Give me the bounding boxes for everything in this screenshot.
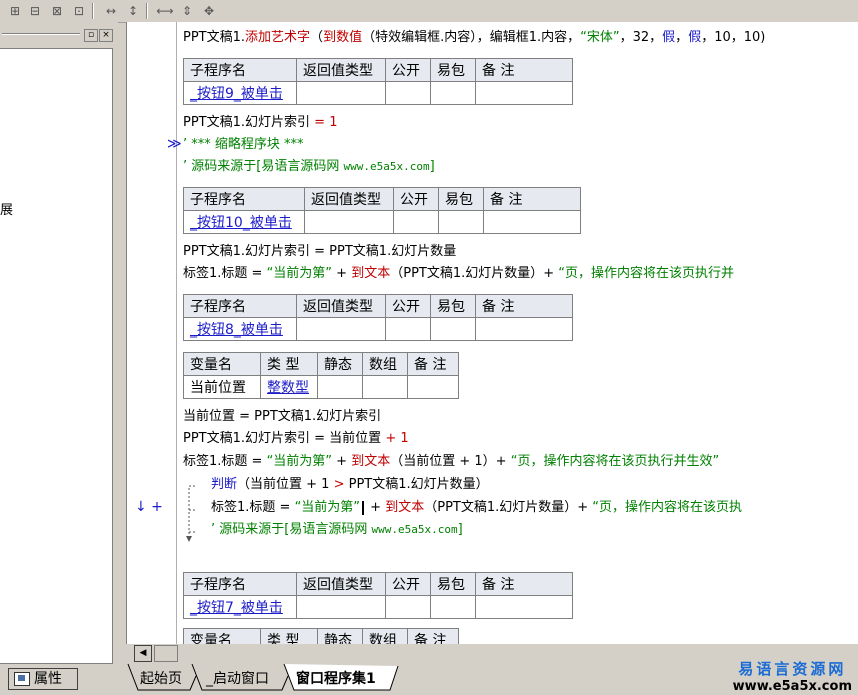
align-center-icon[interactable]: ⊟ [24, 2, 46, 20]
same-height-icon[interactable]: ⇕ [176, 2, 198, 20]
code-line[interactable]: 当前位置 = PPT文稿1.幻灯片索引 [183, 409, 381, 425]
text-cursor [362, 500, 365, 515]
code-line[interactable]: PPT文稿1.幻灯片索引 = PPT文稿1.幻灯片数量 [183, 244, 456, 260]
code-line[interactable]: 标签1.标题 = “当前为第” + 到文本（当前位置 + 1）+ “页，操作内容… [183, 454, 719, 470]
scroll-left-icon[interactable]: ◀ [134, 645, 152, 662]
variable-table: 变量名类 型静态 数组备 注 当前位置 整数型 [183, 352, 459, 399]
code-line[interactable]: PPT文稿1.幻灯片索引 = 当前位置 + 1 [183, 431, 409, 447]
code-line[interactable]: 标签1.标题 = “当前为第” + 到文本（PPT文稿1.幻灯片数量）+ “页，… [211, 500, 742, 516]
align-right-icon[interactable]: ⊠ [46, 2, 68, 20]
step-arrow-icon[interactable]: ↓ + [135, 499, 163, 515]
height-icon[interactable]: ↕ [122, 2, 144, 20]
left-panel-body: 展 [0, 48, 113, 664]
subroutine-name[interactable]: _按钮10_被单击 [183, 210, 305, 234]
subroutine-name[interactable]: _按钮7_被单击 [183, 595, 297, 619]
subroutine-name[interactable]: _按钮8_被单击 [183, 317, 297, 341]
close-box-icon[interactable]: × [99, 29, 113, 42]
minimize-box-icon[interactable]: ▫ [84, 29, 98, 42]
layout-toolbar: ⊞ ⊟ ⊠ ⊡ ↔ ↕ ⟷ ⇕ ✥ [0, 0, 858, 23]
center-icon[interactable]: ✥ [198, 2, 220, 20]
folded-block[interactable]: ’ *** 缩略程序块 *** [183, 137, 304, 153]
watermark: 易语言资源网 www.e5a5x.com [732, 660, 852, 694]
subroutine-table: 子程序名 返回值类型 公开 易包备 注 _按钮7_被单击 [183, 572, 573, 619]
properties-icon [14, 672, 30, 686]
variable-type[interactable]: 整数型 [260, 375, 318, 399]
code-line[interactable]: PPT文稿1.添加艺术字（到数值（特效编辑框.内容），编辑框1.内容，“宋体”，… [183, 30, 765, 46]
fold-marker-icon[interactable]: ≫ [167, 136, 182, 152]
comment-line[interactable]: ’ 源码来源于[易语言源码网 www.e5a5x.com] [211, 522, 463, 538]
width-icon[interactable]: ↔ [100, 2, 122, 20]
flow-line [186, 485, 197, 542]
align-left-icon[interactable]: ⊞ [4, 2, 26, 20]
code-line[interactable]: 判断（当前位置 + 1 > PPT文稿1.幻灯片数量） [211, 477, 489, 493]
properties-tab[interactable]: 属性 [8, 668, 78, 690]
subroutine-name[interactable]: _按钮9_被单击 [183, 81, 297, 105]
subroutine-table: 子程序名 返回值类型 公开 易包备 注 _按钮8_被单击 [183, 294, 573, 341]
comment-line[interactable]: ’ 源码来源于[易语言源码网 www.e5a5x.com] [183, 159, 435, 175]
subroutine-table: 子程序名 返回值类型 公开 易包备 注 _按钮9_被单击 [183, 58, 573, 105]
variable-table: 变量名类 型静态 数组备 注 [183, 628, 459, 644]
variable-name[interactable]: 当前位置 [183, 375, 261, 399]
scroll-thumb[interactable] [154, 645, 178, 662]
code-line[interactable]: 标签1.标题 = “当前为第” + 到文本（PPT文稿1.幻灯片数量）+ “页，… [183, 266, 734, 282]
same-width-icon[interactable]: ⟷ [154, 2, 176, 20]
panel-text: 展 [0, 203, 14, 218]
distribute-icon[interactable]: ⊡ [68, 2, 90, 20]
code-line[interactable]: PPT文稿1.幻灯片索引 = 1 [183, 115, 337, 131]
subroutine-table: 子程序名 返回值类型 公开 易包备 注 _按钮10_被单击 [183, 187, 581, 234]
code-editor[interactable]: PPT文稿1.添加艺术字（到数值（特效编辑框.内容），编辑框1.内容，“宋体”，… [126, 22, 858, 644]
left-panel: ▫ × 展 [0, 22, 118, 664]
